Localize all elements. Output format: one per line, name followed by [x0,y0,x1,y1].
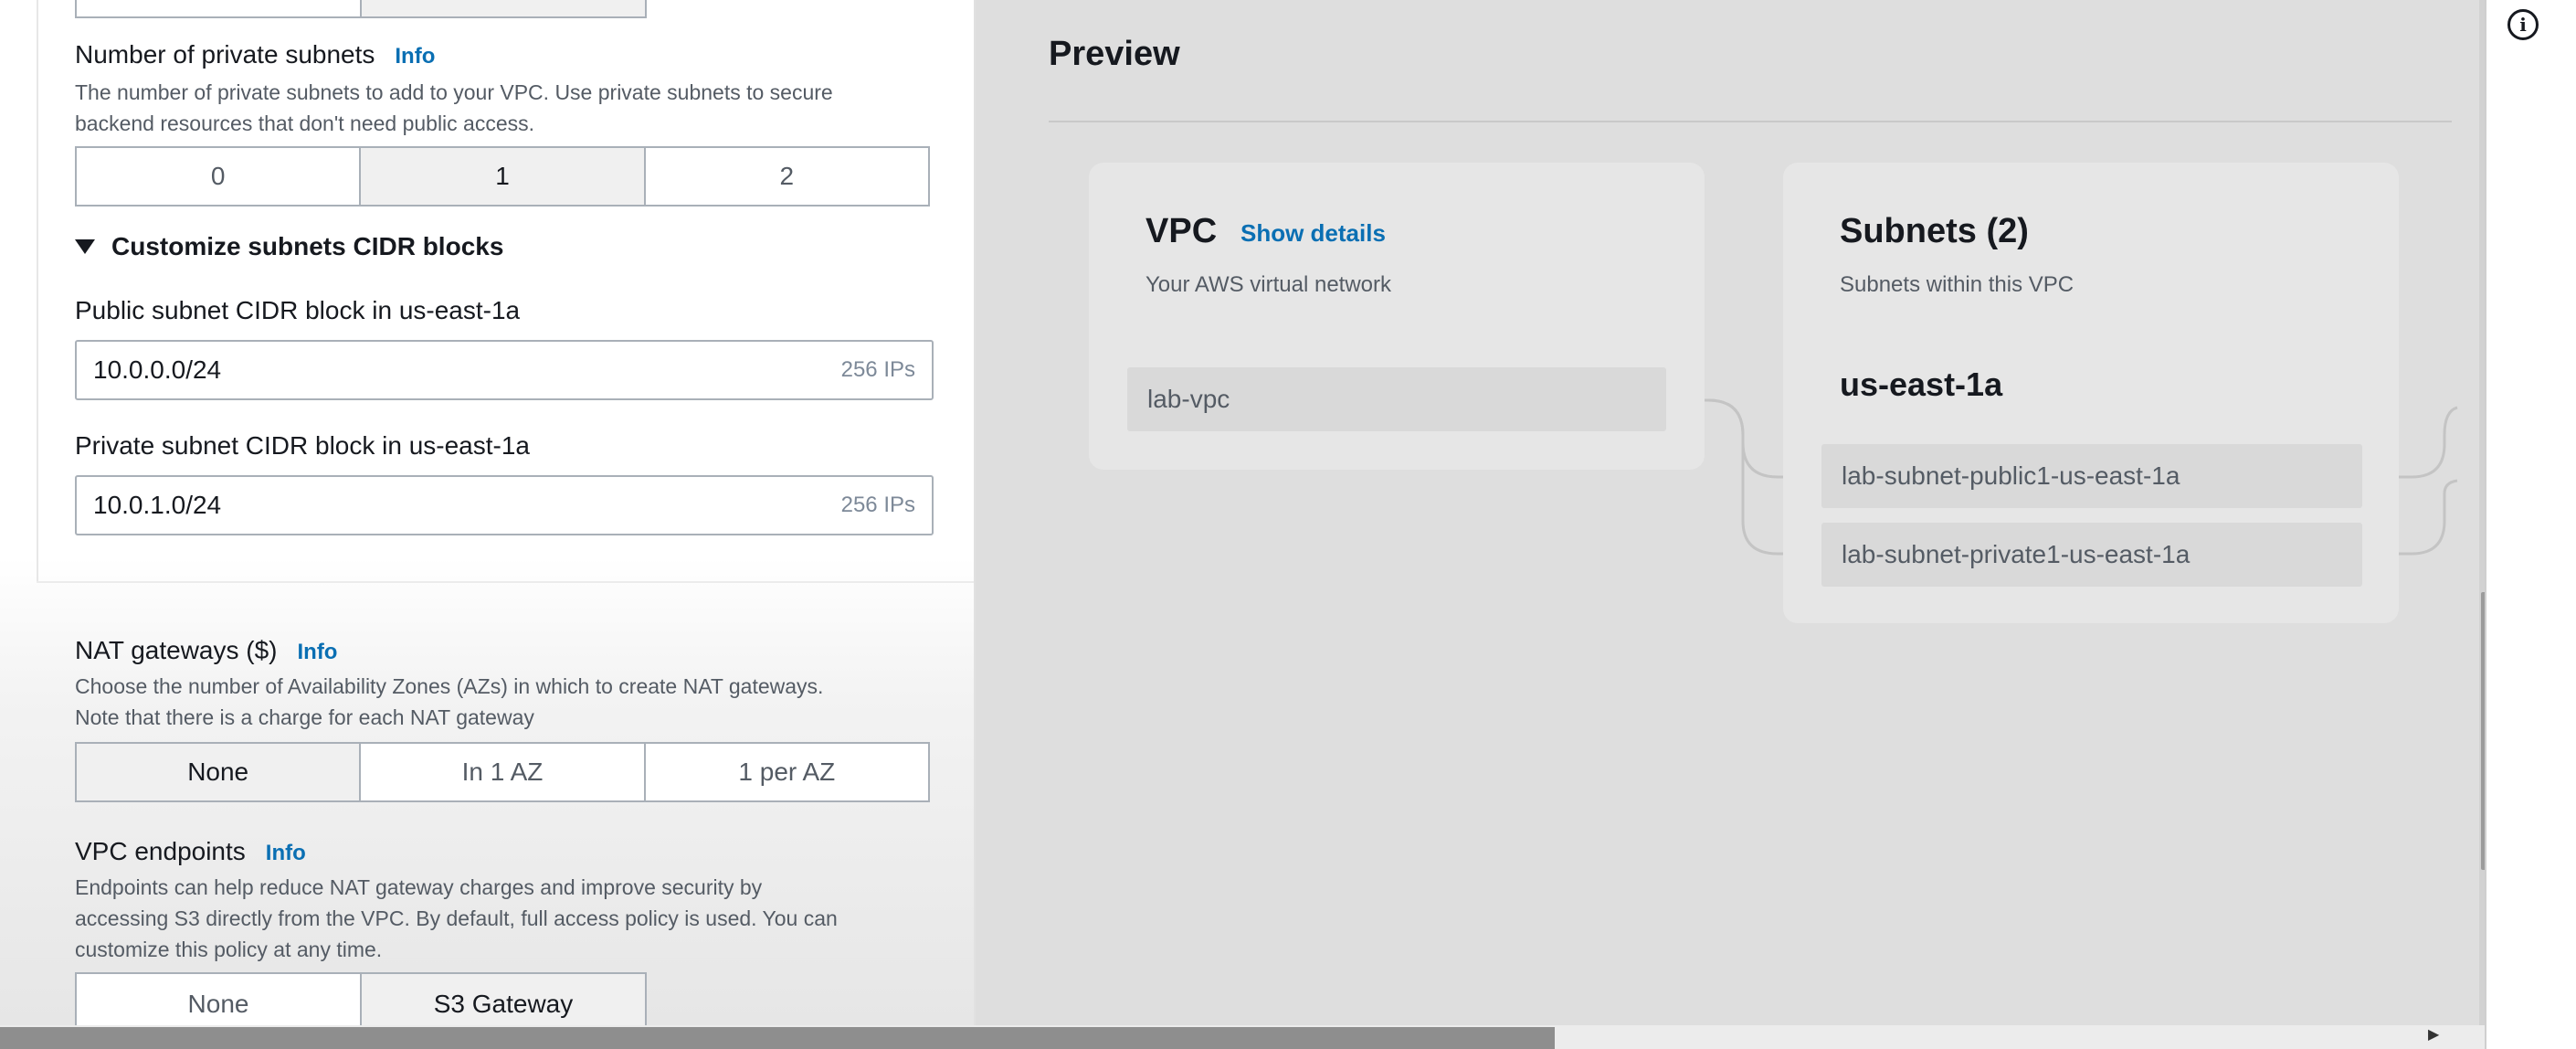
horizontal-scrollbar-thumb[interactable] [0,1027,1555,1049]
subnet-node-public[interactable]: lab-subnet-public1-us-east-1a [1821,444,2362,508]
vpc-node[interactable]: lab-vpc [1127,367,1666,431]
help-panel-strip [2485,0,2576,1049]
subnet-node-private[interactable]: lab-subnet-private1-us-east-1a [1821,523,2362,587]
subnets-card-title: Subnets (2) [1840,212,2029,250]
vpc-card-subtitle: Your AWS virtual network [1145,272,1392,297]
vpc-card-title: VPC [1145,212,1218,250]
availability-zone-heading: us-east-1a [1840,366,2003,403]
subnets-card-subtitle: Subnets within this VPC [1840,272,2075,297]
info-circle-icon[interactable]: i [2507,9,2539,40]
scroll-right-arrow-icon[interactable]: ▶ [2428,1025,2439,1044]
vpc-show-details-link[interactable]: Show details [1240,219,1386,248]
